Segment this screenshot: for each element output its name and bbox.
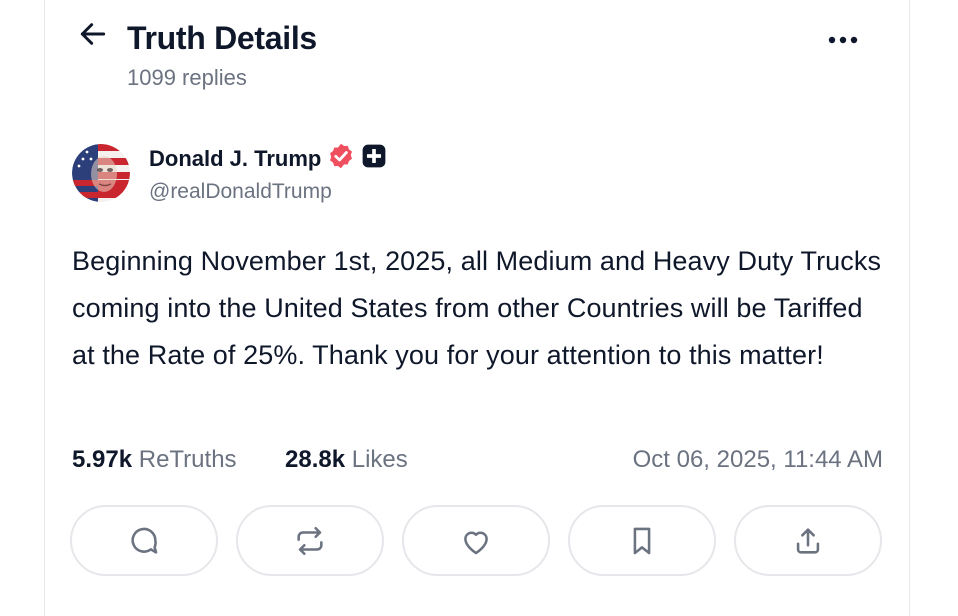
author-handle[interactable]: @realDonaldTrump: [149, 178, 332, 206]
share-icon: [791, 524, 825, 558]
likes-stat[interactable]: 28.8k Likes: [285, 440, 408, 480]
bookmark-icon: [625, 524, 659, 558]
replies-count: 1099 replies: [127, 65, 247, 90]
post-timestamp: Oct 06, 2025, 11:44 AM: [632, 446, 883, 473]
likes-count: 28.8k: [285, 446, 346, 473]
back-button[interactable]: [75, 18, 111, 54]
retruth-icon: [293, 524, 327, 558]
bookmark-button[interactable]: [568, 505, 716, 576]
retruths-count: 5.97k: [72, 446, 133, 473]
more-horizontal-icon: [826, 32, 860, 50]
plus-badge-icon: [361, 143, 387, 174]
author-name-row: Donald J. Trump: [149, 142, 387, 175]
post-author: Donald J. Trump @realDonaldTrump: [72, 140, 879, 210]
arrow-left-icon: [77, 18, 109, 55]
author-name[interactable]: Donald J. Trump: [149, 144, 321, 174]
share-button[interactable]: [734, 505, 882, 576]
retruths-stat[interactable]: 5.97k ReTruths: [72, 440, 237, 480]
post-stats: 5.97k ReTruths 28.8k Likes Oct 06, 2025,…: [72, 440, 883, 480]
post-body: Beginning November 1st, 2025, all Medium…: [72, 246, 882, 370]
retruth-button[interactable]: [236, 505, 384, 576]
likes-label: Likes: [351, 446, 408, 473]
more-options-button[interactable]: [823, 26, 863, 56]
avatar[interactable]: [72, 144, 130, 202]
post-detail-panel: Truth Details 1099 replies Donald J. Tru…: [44, 0, 910, 616]
verified-badge-icon: [327, 142, 355, 175]
like-button[interactable]: [402, 505, 550, 576]
page-header: Truth Details 1099 replies: [75, 16, 869, 96]
reply-button[interactable]: [70, 505, 218, 576]
like-icon: [459, 524, 493, 558]
post-actions: [70, 505, 886, 578]
page-title: Truth Details: [127, 20, 317, 56]
reply-icon: [127, 524, 161, 558]
retruths-label: ReTruths: [138, 446, 237, 473]
